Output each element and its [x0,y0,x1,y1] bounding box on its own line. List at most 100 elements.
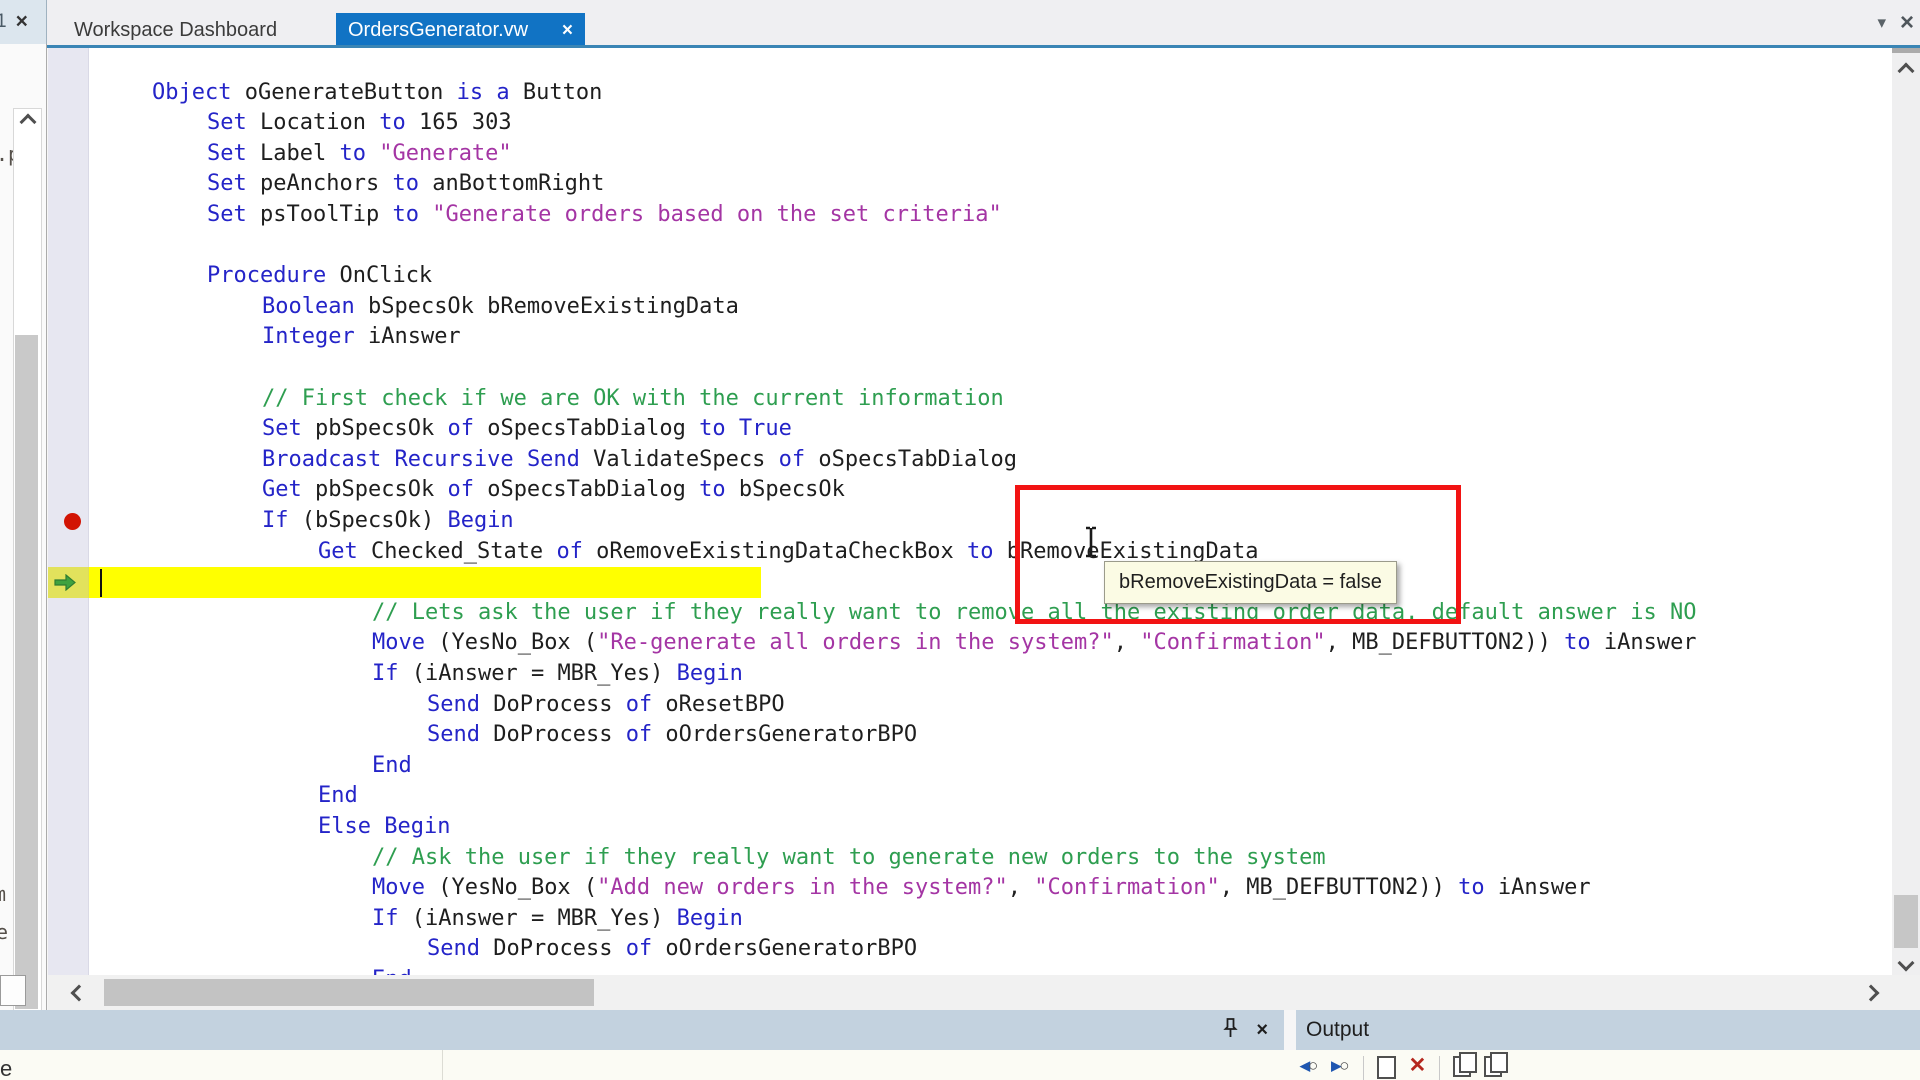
chevron-up-icon [1898,63,1915,80]
code-token: of [626,722,653,747]
code-token: iAnswer [1591,630,1697,655]
code-line[interactable] [48,231,1892,262]
code-line[interactable]: If (iAnswer = MBR_Yes) Begin [48,659,1892,690]
code-token: "Confirmation" [1034,875,1219,900]
code-token: anBottomRight [419,171,604,196]
scrollbar-thumb[interactable] [104,979,594,1006]
tab-ordersgenerator[interactable]: OrdersGenerator.vw × [336,13,585,48]
code-line[interactable]: Set Location to 165 303 [48,108,1892,139]
code-token [371,814,384,839]
scroll-left-button[interactable] [62,975,96,1010]
code-line[interactable]: If (iAnswer = MBR_Yes) Begin [48,904,1892,935]
pin-icon[interactable] [1223,1017,1238,1044]
code-token: oRemoveExistingDataCheckBox [583,539,967,564]
code-line[interactable]: Procedure OnClick [48,261,1892,292]
code-line[interactable]: // Ask the user if they really want to g… [48,843,1892,874]
clipped-text: m [0,882,6,906]
code-token: If [262,508,289,533]
code-token: bRemoveExistingData [994,539,1259,564]
left-panel-scrollbar[interactable] [13,108,42,1010]
code-line[interactable]: Send DoProcess of oOrdersGeneratorBPO [48,934,1892,965]
scroll-up-button[interactable] [14,109,41,135]
scroll-down-button[interactable] [1892,948,1920,978]
scrollbar-thumb[interactable] [15,335,38,1009]
code-line[interactable] [48,353,1892,384]
code-line[interactable]: Object oGenerateButton is a Button [48,78,1892,109]
code-line[interactable]: // First check if we are OK with the cur… [48,384,1892,415]
code-token: to [1564,630,1591,655]
code-line[interactable]: Set Label to "Generate" [48,139,1892,170]
stub-fragment: 1 [0,11,7,33]
code-token: "Confirmation" [1140,630,1325,655]
scrollbar-thumb[interactable] [1894,895,1918,948]
vertical-scrollbar[interactable] [1892,48,1920,975]
code-line[interactable]: Send DoProcess of oResetBPO [48,690,1892,721]
tab-workspace-dashboard[interactable]: Workspace Dashboard [60,13,291,48]
code-token: Set [207,141,247,166]
code-token: Procedure [207,263,326,288]
left-window-tab-stub[interactable]: 1 × [0,0,47,46]
code-line[interactable]: Set pbSpecsOk of oSpecsTabDialog to True [48,414,1892,445]
code-line[interactable]: Integer iAnswer [48,322,1892,353]
code-line[interactable]: End [48,781,1892,812]
clear-all-icon[interactable] [1377,1056,1396,1079]
code-line[interactable]: Send DoProcess of oOrdersGeneratorBPO [48,720,1892,751]
code-editor[interactable]: Object oGenerateButton is a ButtonSet Lo… [48,48,1892,975]
chevron-down-icon[interactable]: ▾ [1877,13,1886,33]
code-line[interactable]: Else Begin [48,812,1892,843]
code-line[interactable]: If (bSpecsOk) Begin [48,506,1892,537]
code-token [381,447,394,472]
close-icon[interactable]: × [1900,9,1914,37]
code-line[interactable]: End [48,751,1892,782]
output-panel-header[interactable]: Output [1296,1010,1920,1050]
close-icon[interactable]: × [1256,1019,1268,1042]
code-token: Send [427,692,480,717]
code-token: // First check if we are OK with the cur… [262,386,1004,411]
code-line[interactable]: Broadcast Recursive Send ValidateSpecs o… [48,445,1892,476]
code-line[interactable]: Move (YesNo_Box ("Re-generate all orders… [48,628,1892,659]
code-line[interactable]: Set psToolTip to "Generate orders based … [48,200,1892,231]
code-token: "Add new orders in the system?" [597,875,1008,900]
code-line[interactable]: End [48,965,1892,975]
code-token: End [372,753,412,778]
current-statement-arrow-icon [53,574,77,596]
code-token [483,80,496,105]
code-token: Broadcast [262,447,381,472]
code-line[interactable]: Boolean bSpecsOk bRemoveExistingData [48,292,1892,323]
code-token: End [372,967,412,975]
tab-label: Workspace Dashboard [74,19,277,42]
code-token: Object [152,80,231,105]
code-token: Checked_State [358,539,557,564]
code-line[interactable]: Set peAnchors to anBottomRight [48,169,1892,200]
code-area[interactable]: Object oGenerateButton is a ButtonSet Lo… [48,78,1892,975]
close-icon[interactable]: × [562,20,573,42]
previous-message-icon[interactable]: ◀○ [1300,1056,1318,1076]
code-line[interactable]: Get Checked_State of oRemoveExistingData… [48,537,1892,568]
code-token: to [967,539,994,564]
code-token: , MB_DEFBUTTON2)) [1326,630,1564,655]
code-token: Boolean [262,294,355,319]
code-token: (iAnswer = MBR_Yes) [399,661,677,686]
copy-icon[interactable] [1484,1056,1502,1077]
delete-icon[interactable]: ✕ [1409,1056,1427,1076]
horizontal-scrollbar[interactable] [48,975,1892,1010]
code-line[interactable]: Move (YesNo_Box ("Add new orders in the … [48,873,1892,904]
code-token: psToolTip [247,202,393,227]
bottom-panel-header[interactable]: × [0,1010,1284,1050]
scroll-right-button[interactable] [1854,975,1888,1010]
code-line[interactable]: Get pbSpecsOk of oSpecsTabDialog to bSpe… [48,475,1892,506]
code-token: of [626,692,653,717]
code-line[interactable]: // Lets ask the user if they really want… [48,598,1892,629]
code-token: True [739,416,792,441]
current-line-highlight [89,567,761,598]
scroll-up-button[interactable] [1892,56,1920,86]
next-message-icon[interactable]: ▶○ [1331,1056,1349,1076]
divider [442,1050,443,1080]
code-token: "Re-generate all orders in the system?" [597,630,1114,655]
copy-icon[interactable] [1453,1056,1471,1077]
close-icon[interactable]: × [16,10,28,34]
code-token: "Generate orders based on the set criter… [432,202,1002,227]
code-token [366,141,379,166]
breakpoint-dot[interactable] [64,513,81,530]
code-token: iAnswer [355,324,461,349]
